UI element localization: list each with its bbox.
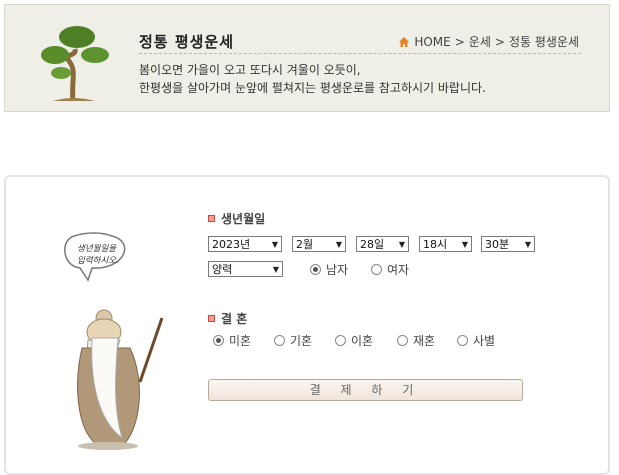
description-line: 봄이오면 가을이 오고 또다시 겨울이 오듯이,	[139, 63, 361, 77]
breadcrumb-current: 정통 평생운세	[508, 35, 579, 49]
sage-character-illustration: 생년월일을 입력하시오.	[64, 232, 164, 450]
gender-female-label: 여자	[387, 263, 410, 277]
home-icon	[399, 36, 410, 47]
dropdown-arrow-icon: ▼	[524, 239, 531, 249]
square-bullet-icon	[208, 315, 215, 322]
dropdown-arrow-icon: ▼	[335, 239, 342, 249]
page-title: 정통 평생운세	[139, 33, 235, 51]
month-value: 2월	[296, 238, 314, 251]
hour-select[interactable]: 18시 ▼	[419, 236, 472, 252]
gender-male-option[interactable]: 남자	[310, 261, 348, 278]
square-bullet-icon	[208, 215, 215, 222]
month-select[interactable]: 2월 ▼	[292, 236, 346, 252]
marriage-option-label: 기혼	[290, 334, 313, 348]
header-banner: 정통 평생운세 HOME > 운세 > 정통 평생운세 봄이오면 가을이 오고 …	[4, 4, 610, 112]
breadcrumb-separator: >	[494, 34, 505, 49]
marriage-option-label: 재혼	[413, 334, 436, 348]
marriage-option-remarried[interactable]: 재혼	[397, 332, 435, 349]
radio-unchecked-icon[interactable]	[397, 335, 408, 346]
birth-section: 생년월일	[208, 210, 265, 227]
pay-button[interactable]: 결 제 하 기	[208, 379, 523, 401]
dropdown-arrow-icon: ▼	[398, 239, 405, 249]
description-line: 한평생을 살아가며 눈앞에 펼쳐지는 평생운로를 참고하시기 바랍니다.	[139, 81, 486, 95]
title-divider	[139, 53, 581, 54]
calendar-type-select[interactable]: 양력 ▼	[208, 261, 283, 277]
hour-value: 18시	[423, 238, 448, 251]
year-value: 2023년	[212, 238, 251, 251]
marriage-option-married[interactable]: 기혼	[274, 332, 312, 349]
marriage-option-widowed[interactable]: 사별	[457, 332, 495, 349]
radio-unchecked-icon[interactable]	[371, 264, 382, 275]
marriage-option-single[interactable]: 미혼	[213, 332, 251, 349]
marriage-option-label: 미혼	[229, 334, 252, 348]
marriage-option-divorced[interactable]: 이혼	[335, 332, 373, 349]
bonsai-tree-icon	[41, 26, 109, 102]
gender-male-label: 남자	[326, 263, 349, 277]
minute-select[interactable]: 30분 ▼	[481, 236, 535, 252]
marriage-option-label: 사별	[473, 334, 496, 348]
day-select[interactable]: 28일 ▼	[356, 236, 409, 252]
radio-unchecked-icon[interactable]	[274, 335, 285, 346]
marriage-section: 결 혼	[208, 310, 247, 327]
minute-value: 30분	[485, 238, 510, 251]
dropdown-arrow-icon: ▼	[461, 239, 468, 249]
marriage-option-label: 이혼	[351, 334, 374, 348]
speech-bubble-line: 입력하시오.	[77, 255, 119, 266]
breadcrumb: HOME > 운세 > 정통 평생운세	[398, 33, 579, 50]
radio-unchecked-icon[interactable]	[335, 335, 346, 346]
radio-checked-icon[interactable]	[310, 264, 321, 275]
breadcrumb-separator: >	[454, 34, 465, 49]
speech-bubble-line: 생년월일을	[77, 243, 117, 254]
year-select[interactable]: 2023년 ▼	[208, 236, 282, 252]
breadcrumb-fortune[interactable]: 운세	[469, 33, 491, 50]
radio-unchecked-icon[interactable]	[457, 335, 468, 346]
radio-checked-icon[interactable]	[213, 335, 224, 346]
gender-female-option[interactable]: 여자	[371, 261, 409, 278]
page-description: 봄이오면 가을이 오고 또다시 겨울이 오듯이, 한평생을 살아가며 눈앞에 펼…	[139, 61, 486, 97]
birth-section-title: 생년월일	[221, 212, 266, 226]
breadcrumb-home[interactable]: HOME	[414, 35, 450, 49]
dropdown-arrow-icon: ▼	[271, 239, 278, 249]
dropdown-arrow-icon: ▼	[272, 264, 279, 274]
marriage-section-title: 결 혼	[221, 312, 248, 326]
day-value: 28일	[360, 238, 385, 251]
calendar-type-value: 양력	[212, 263, 233, 276]
